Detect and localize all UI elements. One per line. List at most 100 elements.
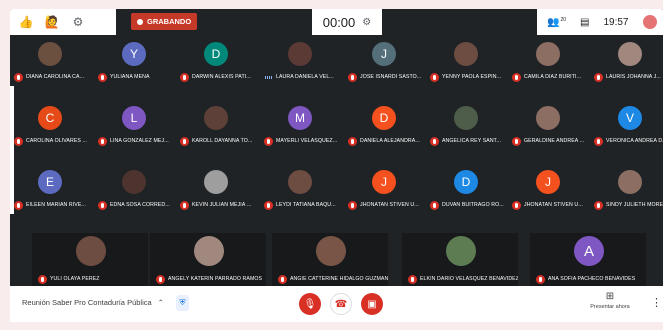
chevron-up-icon: ⌃ (157, 298, 164, 307)
mic-muted-icon (430, 200, 439, 210)
name-bar: CAMILA DIAZ BURITI... (512, 71, 590, 83)
participant-tile[interactable]: ANGELY KATERIN PARRADO RAMOS (150, 233, 266, 287)
participant-tile[interactable]: J JOSE ISNARDI SASTO... (344, 38, 424, 86)
mic-muted-icon (408, 274, 417, 284)
participants-button[interactable]: 👥 20 (547, 17, 566, 28)
mic-muted-icon (180, 200, 189, 210)
name-bar: JHONATAN STIVEN U... (512, 199, 590, 211)
participant-tile[interactable]: ANGELICA REY SANT... (426, 102, 506, 150)
shield-icon[interactable]: ⛨ (176, 295, 189, 311)
participant-tile[interactable]: ANGIE CATTERINE HIDALGO GUZMAN (272, 233, 388, 287)
record-dot-icon (137, 18, 143, 25)
scrollbar[interactable] (10, 86, 14, 214)
mic-muted-icon (264, 200, 273, 210)
mic-muted-icon (180, 72, 189, 82)
name-bar: LAURA DANIELA VEL... (264, 71, 342, 83)
participant-tile[interactable]: DIANA CAROLINA CA... (10, 38, 90, 86)
leave-call-button[interactable]: ☎ (330, 293, 352, 315)
participant-tile[interactable]: C CAROLINA OLIVARES ... (10, 102, 90, 150)
mic-muted-icon (38, 274, 47, 284)
name-bar: YENNY PAOLA ESPIN... (430, 71, 508, 83)
participant-tile[interactable]: LEYDI TATIANA BAQU... (260, 166, 340, 214)
avatar (288, 42, 312, 66)
avatar (618, 42, 642, 66)
participant-tile[interactable]: V VERONICA ANDREA D... (590, 102, 663, 150)
name-bar: EDNA SOSA CORRED... (98, 199, 176, 211)
top-left-toolbar: 👍 🙋 ⚙ (10, 9, 116, 35)
participant-tile[interactable]: YENNY PAOLA ESPIN... (426, 38, 506, 86)
avatar: D (372, 106, 396, 130)
participant-tile[interactable]: E EILEEN MARIAN RIVE... (10, 166, 90, 214)
name-bar: YULIANA MENA (98, 71, 176, 83)
participant-tile[interactable]: ELKIN DARIO VELASQUEZ BENAVIDEZ (402, 233, 518, 287)
mic-muted-icon (98, 200, 107, 210)
bottom-bar: Reunión Saber Pro Contaduría Pública ⌃ ⛨… (10, 286, 663, 322)
participant-tile[interactable]: D DARWIN ALEXIS PATI... (176, 38, 256, 86)
self-avatar[interactable] (642, 15, 657, 29)
avatar (446, 236, 476, 266)
thumbs-up-icon[interactable]: 👍 (18, 14, 34, 30)
avatar (316, 236, 346, 266)
participant-tile[interactable]: D DUVAN BUITRAGO RO... (426, 166, 506, 214)
participant-tile[interactable]: LAURA DANIELA VEL... (260, 38, 340, 86)
name-bar: ANGELY KATERIN PARRADO RAMOS (156, 273, 266, 285)
avatar: J (372, 42, 396, 66)
avatar: D (204, 42, 228, 66)
name-bar: GERALDINE ANDREA ... (512, 135, 590, 147)
participant-name: ANGELICA REY SANT... (442, 138, 501, 144)
mic-muted-icon (156, 274, 165, 284)
avatar: V (618, 106, 642, 130)
participant-tile[interactable]: YULI OLAYA PEREZ (32, 233, 148, 287)
mic-muted-icon (594, 200, 603, 210)
gear-icon[interactable]: ⚙ (70, 14, 86, 30)
present-now-button[interactable]: ⊞ Presentar ahora (588, 291, 632, 310)
name-bar: KAROLL DAYANNA TO... (180, 135, 258, 147)
participant-tile[interactable]: SINDY JULIETH MORE... (590, 166, 663, 214)
participant-tile[interactable]: KEVIN JULIAN MEJIA ... (176, 166, 256, 214)
mic-muted-icon (14, 72, 23, 82)
participant-tile[interactable]: Y YULIANA MENA (94, 38, 174, 86)
participant-name: LAURIS JOHANNA J... (606, 74, 661, 80)
name-bar: VERONICA ANDREA D... (594, 135, 663, 147)
mic-muted-icon (512, 136, 521, 146)
raise-hand-icon[interactable]: 🙋 (44, 14, 60, 30)
mic-muted-icon (98, 136, 107, 146)
participant-tile[interactable]: KAROLL DAYANNA TO... (176, 102, 256, 150)
participant-tile[interactable]: M MAYERLI VELASQUEZ... (260, 102, 340, 150)
participant-tile[interactable]: J JHONATAN STIVEN U... (508, 166, 588, 214)
camera-toggle-button[interactable]: ▣ (361, 293, 383, 315)
meeting-title: Reunión Saber Pro Contaduría Pública (22, 298, 152, 307)
avatar (76, 236, 106, 266)
present-label: Presentar ahora (590, 304, 630, 310)
participant-tile[interactable]: GERALDINE ANDREA ... (508, 102, 588, 150)
top-bar: 👍 🙋 ⚙ GRABANDO 00:00 ⚙ 👥 20 ▤ 19:57 (10, 9, 663, 35)
participant-tile[interactable]: EDNA SOSA CORRED... (94, 166, 174, 214)
participant-tile[interactable]: CAMILA DIAZ BURITI... (508, 38, 588, 86)
participants-count: 20 (560, 16, 567, 23)
avatar (618, 170, 642, 194)
participant-tile[interactable]: A ANA SOFIA PACHECO BENAVIDES (530, 233, 646, 287)
mic-toggle-button[interactable]: 🎙 (299, 293, 321, 315)
participant-tile[interactable]: D DANIELA ALEJANDRA... (344, 102, 424, 150)
participant-name: LINA GONZALEZ MEJ... (110, 138, 169, 144)
participant-tile[interactable]: J JHONATAN STIVEN U... (344, 166, 424, 214)
mic-muted-icon (594, 136, 603, 146)
participant-tile[interactable]: L LINA GONZALEZ MEJ... (94, 102, 174, 150)
participant-name: EDNA SOSA CORRED... (110, 202, 170, 208)
avatar (288, 170, 312, 194)
participant-name: ANGIE CATTERINE HIDALGO GUZMAN (290, 276, 388, 282)
participant-name: SINDY JULIETH MORE... (606, 202, 663, 208)
meeting-details-button[interactable]: Reunión Saber Pro Contaduría Pública ⌃ (22, 298, 164, 307)
name-bar: MAYERLI VELASQUEZ... (264, 135, 342, 147)
chat-icon[interactable]: ▤ (580, 17, 589, 28)
avatar (204, 106, 228, 130)
avatar: Y (122, 42, 146, 66)
avatar: L (122, 106, 146, 130)
name-bar: EILEEN MARIAN RIVE... (14, 199, 92, 211)
avatar: D (454, 170, 478, 194)
participant-tile[interactable]: LAURIS JOHANNA J... (590, 38, 663, 86)
participant-name: DIANA CAROLINA CA... (26, 74, 85, 80)
more-options-icon[interactable]: ⋮ (651, 296, 662, 309)
name-bar: YULI OLAYA PEREZ (38, 273, 148, 285)
settings-icon[interactable]: ⚙ (362, 17, 371, 28)
